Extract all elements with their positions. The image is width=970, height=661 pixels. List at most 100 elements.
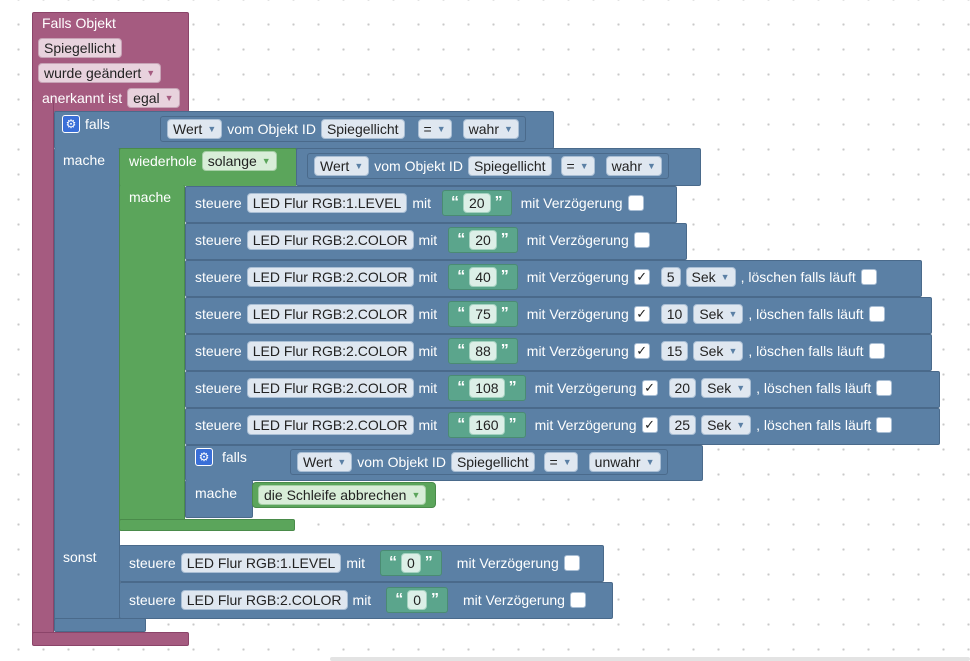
- event-trigger-dropdown[interactable]: wurde geändert ▼: [38, 63, 162, 83]
- if-condition[interactable]: Wert ▼ vom Objekt ID Spiegellicht = ▼ wahr…: [160, 116, 526, 142]
- action-target[interactable]: LED Flur RGB:2.COLOR: [246, 304, 414, 324]
- text-value-block[interactable]: “160”: [448, 412, 526, 438]
- delay-unit-dropdown[interactable]: Sek ▼: [685, 267, 736, 287]
- action-target[interactable]: LED Flur RGB:2.COLOR: [246, 378, 414, 398]
- chevron-down-icon: ▼: [647, 161, 656, 171]
- text-value-block[interactable]: “0”: [380, 550, 442, 576]
- delay-label: mit Verzögerung: [526, 306, 629, 322]
- quote-close-icon: ”: [494, 194, 503, 211]
- quote-close-icon: ”: [500, 231, 509, 248]
- inner-cond-op: =: [549, 454, 558, 470]
- if-cond-field-dropdown[interactable]: Wert ▼: [167, 119, 223, 139]
- gear-icon[interactable]: ⚙: [62, 115, 80, 133]
- if-cond-of-label: vom Objekt ID: [227, 121, 316, 137]
- delay-checkbox[interactable]: [569, 592, 586, 608]
- action-target[interactable]: LED Flur RGB:2.COLOR: [246, 230, 414, 250]
- steuere-label: steuere: [195, 380, 242, 396]
- inner-cond-op-dropdown[interactable]: = ▼: [543, 452, 578, 472]
- text-value[interactable]: 20: [469, 230, 497, 250]
- text-value[interactable]: 0: [401, 553, 421, 573]
- mit-label: mit: [418, 380, 438, 396]
- delay-value[interactable]: 5: [660, 267, 681, 287]
- delay-unit-dropdown[interactable]: Sek ▼: [693, 341, 744, 361]
- inner-cond-value-dropdown[interactable]: unwahr ▼: [588, 452, 661, 472]
- loop-cond-value-dropdown[interactable]: wahr ▼: [605, 156, 662, 176]
- text-value-block[interactable]: “88”: [448, 338, 518, 364]
- chevron-down-icon: ▼: [436, 124, 446, 134]
- quote-open-icon: “: [457, 231, 466, 248]
- delay-checkbox[interactable]: [563, 555, 580, 571]
- delay-checkbox[interactable]: ✓: [641, 417, 658, 433]
- delay-value[interactable]: 20: [668, 378, 697, 398]
- delay-unit-dropdown[interactable]: Sek ▼: [701, 378, 752, 398]
- chevron-down-icon: ▼: [146, 68, 156, 78]
- loop-condition[interactable]: Wert ▼ vom Objekt ID Spiegellicht = ▼ wahr…: [307, 153, 669, 179]
- action-target[interactable]: LED Flur RGB:2.COLOR: [246, 267, 414, 287]
- steuere-label: steuere: [129, 592, 176, 608]
- chevron-down-icon: ▼: [645, 457, 655, 467]
- action-target[interactable]: LED Flur RGB:1.LEVEL: [246, 193, 408, 213]
- text-value-block[interactable]: “20”: [442, 190, 512, 216]
- inner-cond-field-dropdown[interactable]: Wert ▼: [297, 452, 353, 472]
- event-object-field[interactable]: Spiegellicht: [38, 38, 122, 58]
- clear-running-checkbox[interactable]: [876, 417, 893, 433]
- delay-checkbox[interactable]: ✓: [633, 306, 650, 322]
- steuere-label: steuere: [195, 306, 242, 322]
- text-value[interactable]: 75: [469, 304, 497, 324]
- delay-unit-dropdown[interactable]: Sek ▼: [701, 415, 752, 435]
- delay-value[interactable]: 15: [660, 341, 689, 361]
- inner-if-falls-label: falls: [222, 449, 247, 465]
- if-mache-label: mache: [63, 152, 106, 168]
- delay-checkbox[interactable]: ✓: [633, 269, 650, 285]
- action-target[interactable]: LED Flur RGB:2.COLOR: [180, 590, 348, 610]
- if-cond-value-dropdown[interactable]: wahr ▼: [462, 119, 519, 139]
- text-value[interactable]: 160: [469, 415, 505, 435]
- text-value[interactable]: 108: [469, 378, 505, 398]
- delay-unit-dropdown[interactable]: Sek ▼: [693, 304, 744, 324]
- delay-unit: Sek: [707, 380, 732, 396]
- delay-checkbox[interactable]: ✓: [641, 380, 658, 396]
- text-value[interactable]: 20: [463, 193, 491, 213]
- text-value-block[interactable]: “75”: [448, 301, 518, 327]
- action-target[interactable]: LED Flur RGB:1.LEVEL: [180, 553, 342, 573]
- chevron-down-icon: ▼: [736, 383, 746, 393]
- delay-value[interactable]: 25: [668, 415, 697, 435]
- text-value[interactable]: 88: [469, 341, 497, 361]
- loop-cond-object[interactable]: Spiegellicht: [467, 156, 552, 176]
- clear-running-checkbox[interactable]: [876, 380, 893, 396]
- text-value-block[interactable]: “40”: [448, 264, 518, 290]
- if-cond-object[interactable]: Spiegellicht: [320, 119, 405, 139]
- ack-dropdown[interactable]: egal ▼: [127, 88, 180, 108]
- text-value[interactable]: 40: [469, 267, 497, 287]
- mit-label: mit: [418, 269, 438, 285]
- loop-cond-op-dropdown[interactable]: = ▼: [560, 156, 595, 176]
- delay-checkbox[interactable]: [627, 195, 644, 211]
- action-target[interactable]: LED Flur RGB:2.COLOR: [246, 415, 414, 435]
- clear-running-checkbox[interactable]: [860, 269, 877, 285]
- horizontal-scrollbar[interactable]: [330, 657, 970, 661]
- loop-cond-field-dropdown[interactable]: Wert ▼: [314, 156, 370, 176]
- quote-close-icon: ”: [431, 591, 439, 608]
- text-value[interactable]: 0: [407, 590, 427, 610]
- action-target[interactable]: LED Flur RGB:2.COLOR: [246, 341, 414, 361]
- gear-icon[interactable]: ⚙: [195, 448, 213, 466]
- break-dropdown[interactable]: die Schleife abbrechen ▼: [258, 485, 427, 505]
- text-value-block[interactable]: “20”: [448, 227, 518, 253]
- loop-mode-dropdown[interactable]: solange ▼: [201, 151, 277, 171]
- delay-checkbox[interactable]: ✓: [633, 343, 650, 359]
- if-cond-op-dropdown[interactable]: = ▼: [417, 119, 452, 139]
- clear-running-label: , löschen falls läuft: [740, 269, 856, 285]
- event-block-spine: [32, 100, 54, 635]
- delay-value[interactable]: 10: [660, 304, 689, 324]
- text-value-block[interactable]: “0”: [386, 587, 448, 613]
- inner-cond-object[interactable]: Spiegellicht: [450, 452, 535, 472]
- delay-checkbox[interactable]: [633, 232, 650, 248]
- clear-running-checkbox[interactable]: [868, 306, 885, 322]
- chevron-down-icon: ▼: [411, 490, 421, 500]
- quote-open-icon: “: [457, 305, 466, 322]
- delay-unit: Sek: [699, 306, 724, 322]
- chevron-down-icon: ▼: [736, 420, 746, 430]
- text-value-block[interactable]: “108”: [448, 375, 526, 401]
- inner-if-condition[interactable]: Wert ▼ vom Objekt ID Spiegellicht = ▼ unwa…: [290, 449, 668, 475]
- clear-running-checkbox[interactable]: [868, 343, 885, 359]
